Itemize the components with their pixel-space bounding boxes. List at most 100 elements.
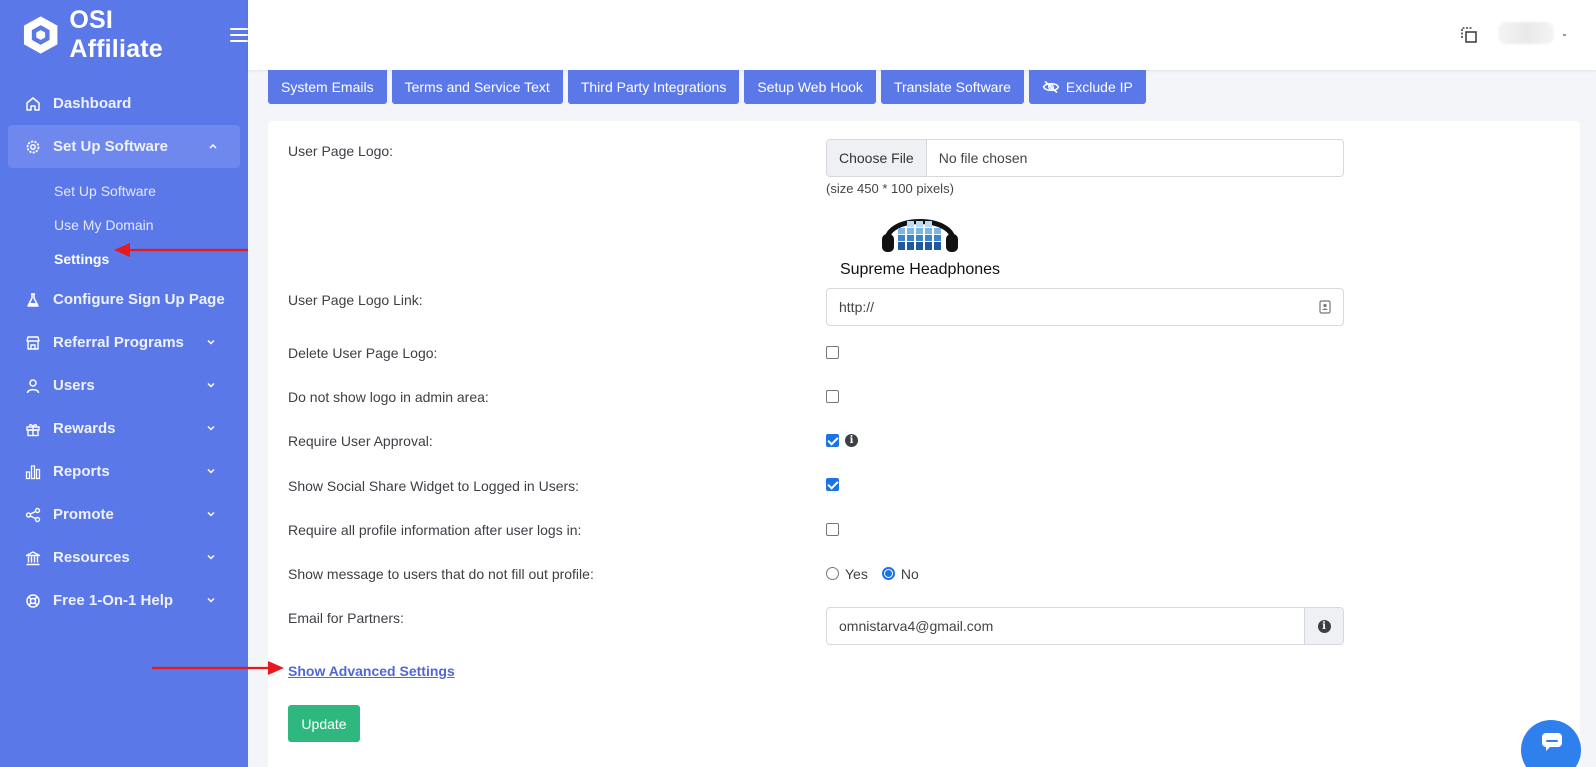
logo-caption: Supreme Headphones	[839, 261, 1001, 278]
update-button[interactable]: Update	[288, 705, 360, 742]
eye-slash-icon	[1042, 80, 1060, 94]
show-advanced-settings-link[interactable]: Show Advanced Settings	[288, 663, 455, 679]
logo-file-input[interactable]: Choose File No file chosen	[826, 139, 1344, 177]
brand[interactable]: OSI Affiliate	[0, 0, 248, 70]
chat-bubble-icon	[1542, 733, 1562, 751]
logo-link-input[interactable]: http://	[826, 288, 1344, 326]
user-page-logo-field: Choose File No file chosen (size 450 * 1…	[826, 139, 1344, 279]
bank-icon	[24, 549, 42, 567]
sidebar-item-free-help[interactable]: Free 1-On-1 Help	[0, 579, 248, 622]
lifebuoy-icon	[24, 592, 42, 610]
require-profile-checkbox[interactable]	[826, 523, 839, 537]
logo-size-hint: (size 450 * 100 pixels)	[826, 181, 954, 196]
logo-link-label: User Page Logo Link:	[288, 292, 423, 308]
social-share-field	[826, 476, 839, 494]
user-page-logo-label: User Page Logo:	[288, 143, 394, 159]
sidebar-item-label: Users	[53, 377, 95, 394]
contact-card-icon	[1319, 300, 1331, 314]
require-approval-field: i	[826, 432, 858, 450]
delete-logo-checkbox[interactable]	[826, 346, 839, 360]
sidebar-item-label: Promote	[53, 506, 114, 523]
require-approval-label: Require User Approval:	[288, 433, 433, 449]
logo-link-field: http://	[826, 288, 1344, 326]
annotation-arrow-settings	[114, 243, 248, 257]
gear-icon	[24, 138, 42, 156]
share-icon	[24, 506, 42, 524]
sidebar-item-label: Configure Sign Up Page	[53, 291, 225, 308]
hide-logo-admin-checkbox[interactable]	[826, 390, 839, 404]
sidebar-item-dashboard[interactable]: Dashboard	[0, 82, 248, 125]
gift-icon	[24, 420, 42, 438]
logo-preview: Supreme Headphones	[830, 204, 1010, 279]
logo-link-value: http://	[839, 299, 875, 315]
sidebar-item-rewards[interactable]: Rewards	[0, 407, 248, 450]
sidebar-item-promote[interactable]: Promote	[0, 493, 248, 536]
show-message-label: Show message to users that do not fill o…	[288, 566, 594, 582]
show-message-field: Yes No	[826, 565, 933, 583]
sidebar-item-users[interactable]: Users	[0, 364, 248, 407]
require-approval-checkbox[interactable]	[826, 434, 839, 448]
sidebar-item-label: Resources	[53, 549, 130, 566]
info-icon: i	[1317, 619, 1331, 633]
tab-third-party-integrations[interactable]: Third Party Integrations	[567, 70, 740, 104]
sidebar-item-label: Set Up Software	[53, 138, 169, 155]
require-profile-label: Require all profile information after us…	[288, 522, 582, 538]
tab-setup-web-hook[interactable]: Setup Web Hook	[744, 70, 876, 104]
sidebar-item-label: Referral Programs	[53, 334, 184, 351]
flask-icon	[24, 291, 42, 309]
email-info-addon[interactable]: i	[1304, 608, 1343, 644]
email-partners-value: omnistarva4@gmail.com	[839, 618, 994, 634]
sidebar-item-label: Reports	[53, 463, 110, 480]
radio-yes-label: Yes	[845, 565, 868, 582]
caret-down-icon	[1563, 34, 1566, 36]
settings-card: User Page Logo: Choose File No file chos…	[268, 121, 1580, 767]
sidebar-item-resources[interactable]: Resources	[0, 536, 248, 579]
chevron-down-icon	[207, 554, 215, 560]
sidebar-item-referral-programs[interactable]: Referral Programs	[0, 321, 248, 364]
hide-logo-admin-field	[826, 388, 839, 406]
require-profile-field	[826, 521, 839, 539]
radio-no[interactable]	[881, 567, 895, 581]
choose-file-button[interactable]: Choose File	[827, 140, 927, 176]
sidebar-item-configure-sign-up-page[interactable]: Configure Sign Up Page	[0, 278, 248, 321]
delete-logo-field	[826, 344, 839, 362]
sidebar-item-label: Rewards	[53, 420, 116, 437]
info-icon[interactable]: i	[845, 434, 858, 448]
chevron-down-icon	[207, 511, 215, 517]
sidebar-nav: Dashboard Set Up Software Set Up Softwar…	[0, 82, 248, 622]
tab-label: Exclude IP	[1065, 79, 1133, 95]
chevron-down-icon	[207, 597, 215, 603]
chevron-up-icon	[209, 143, 217, 149]
email-partners-input[interactable]: omnistarva4@gmail.com i	[826, 607, 1344, 645]
tab-system-emails[interactable]: System Emails	[268, 70, 387, 104]
fullscreen-icon[interactable]	[1460, 26, 1478, 44]
bar-chart-icon	[24, 463, 42, 481]
chevron-down-icon	[207, 382, 215, 388]
radio-yes[interactable]	[826, 567, 839, 581]
user-menu[interactable]	[1498, 22, 1554, 44]
chevron-down-icon	[207, 468, 215, 474]
submenu-item-set-up-software[interactable]: Set Up Software	[0, 174, 248, 208]
sidebar-item-label: Free 1-On-1 Help	[53, 592, 174, 609]
email-partners-field: omnistarva4@gmail.com i	[826, 607, 1344, 645]
brand-name: OSI Affiliate	[69, 6, 163, 63]
hide-logo-admin-label: Do not show logo in admin area:	[288, 389, 489, 405]
sidebar: OSI Affiliate Dashboard Set Up Software …	[0, 0, 248, 767]
sidebar-item-reports[interactable]: Reports	[0, 450, 248, 493]
tab-exclude-ip[interactable]: Exclude IP	[1028, 70, 1146, 104]
sidebar-item-set-up-software[interactable]: Set Up Software	[8, 125, 240, 168]
hamburger-menu-icon[interactable]	[230, 28, 248, 42]
tab-terms-and-service[interactable]: Terms and Service Text	[391, 70, 563, 104]
home-icon	[24, 95, 42, 113]
chevron-down-icon	[207, 425, 215, 431]
hexagon-logo-icon	[23, 16, 58, 54]
settings-tabs: System Emails Terms and Service Text Thi…	[268, 70, 1146, 104]
social-share-checkbox[interactable]	[826, 478, 839, 492]
tab-translate-software[interactable]: Translate Software	[880, 70, 1024, 104]
store-icon	[24, 334, 42, 352]
email-partners-label: Email for Partners:	[288, 610, 404, 626]
sidebar-item-label: Dashboard	[53, 95, 132, 112]
submenu-item-use-my-domain[interactable]: Use My Domain	[0, 208, 248, 242]
social-share-label: Show Social Share Widget to Logged in Us…	[288, 478, 580, 494]
radio-no-label: No	[900, 565, 919, 582]
